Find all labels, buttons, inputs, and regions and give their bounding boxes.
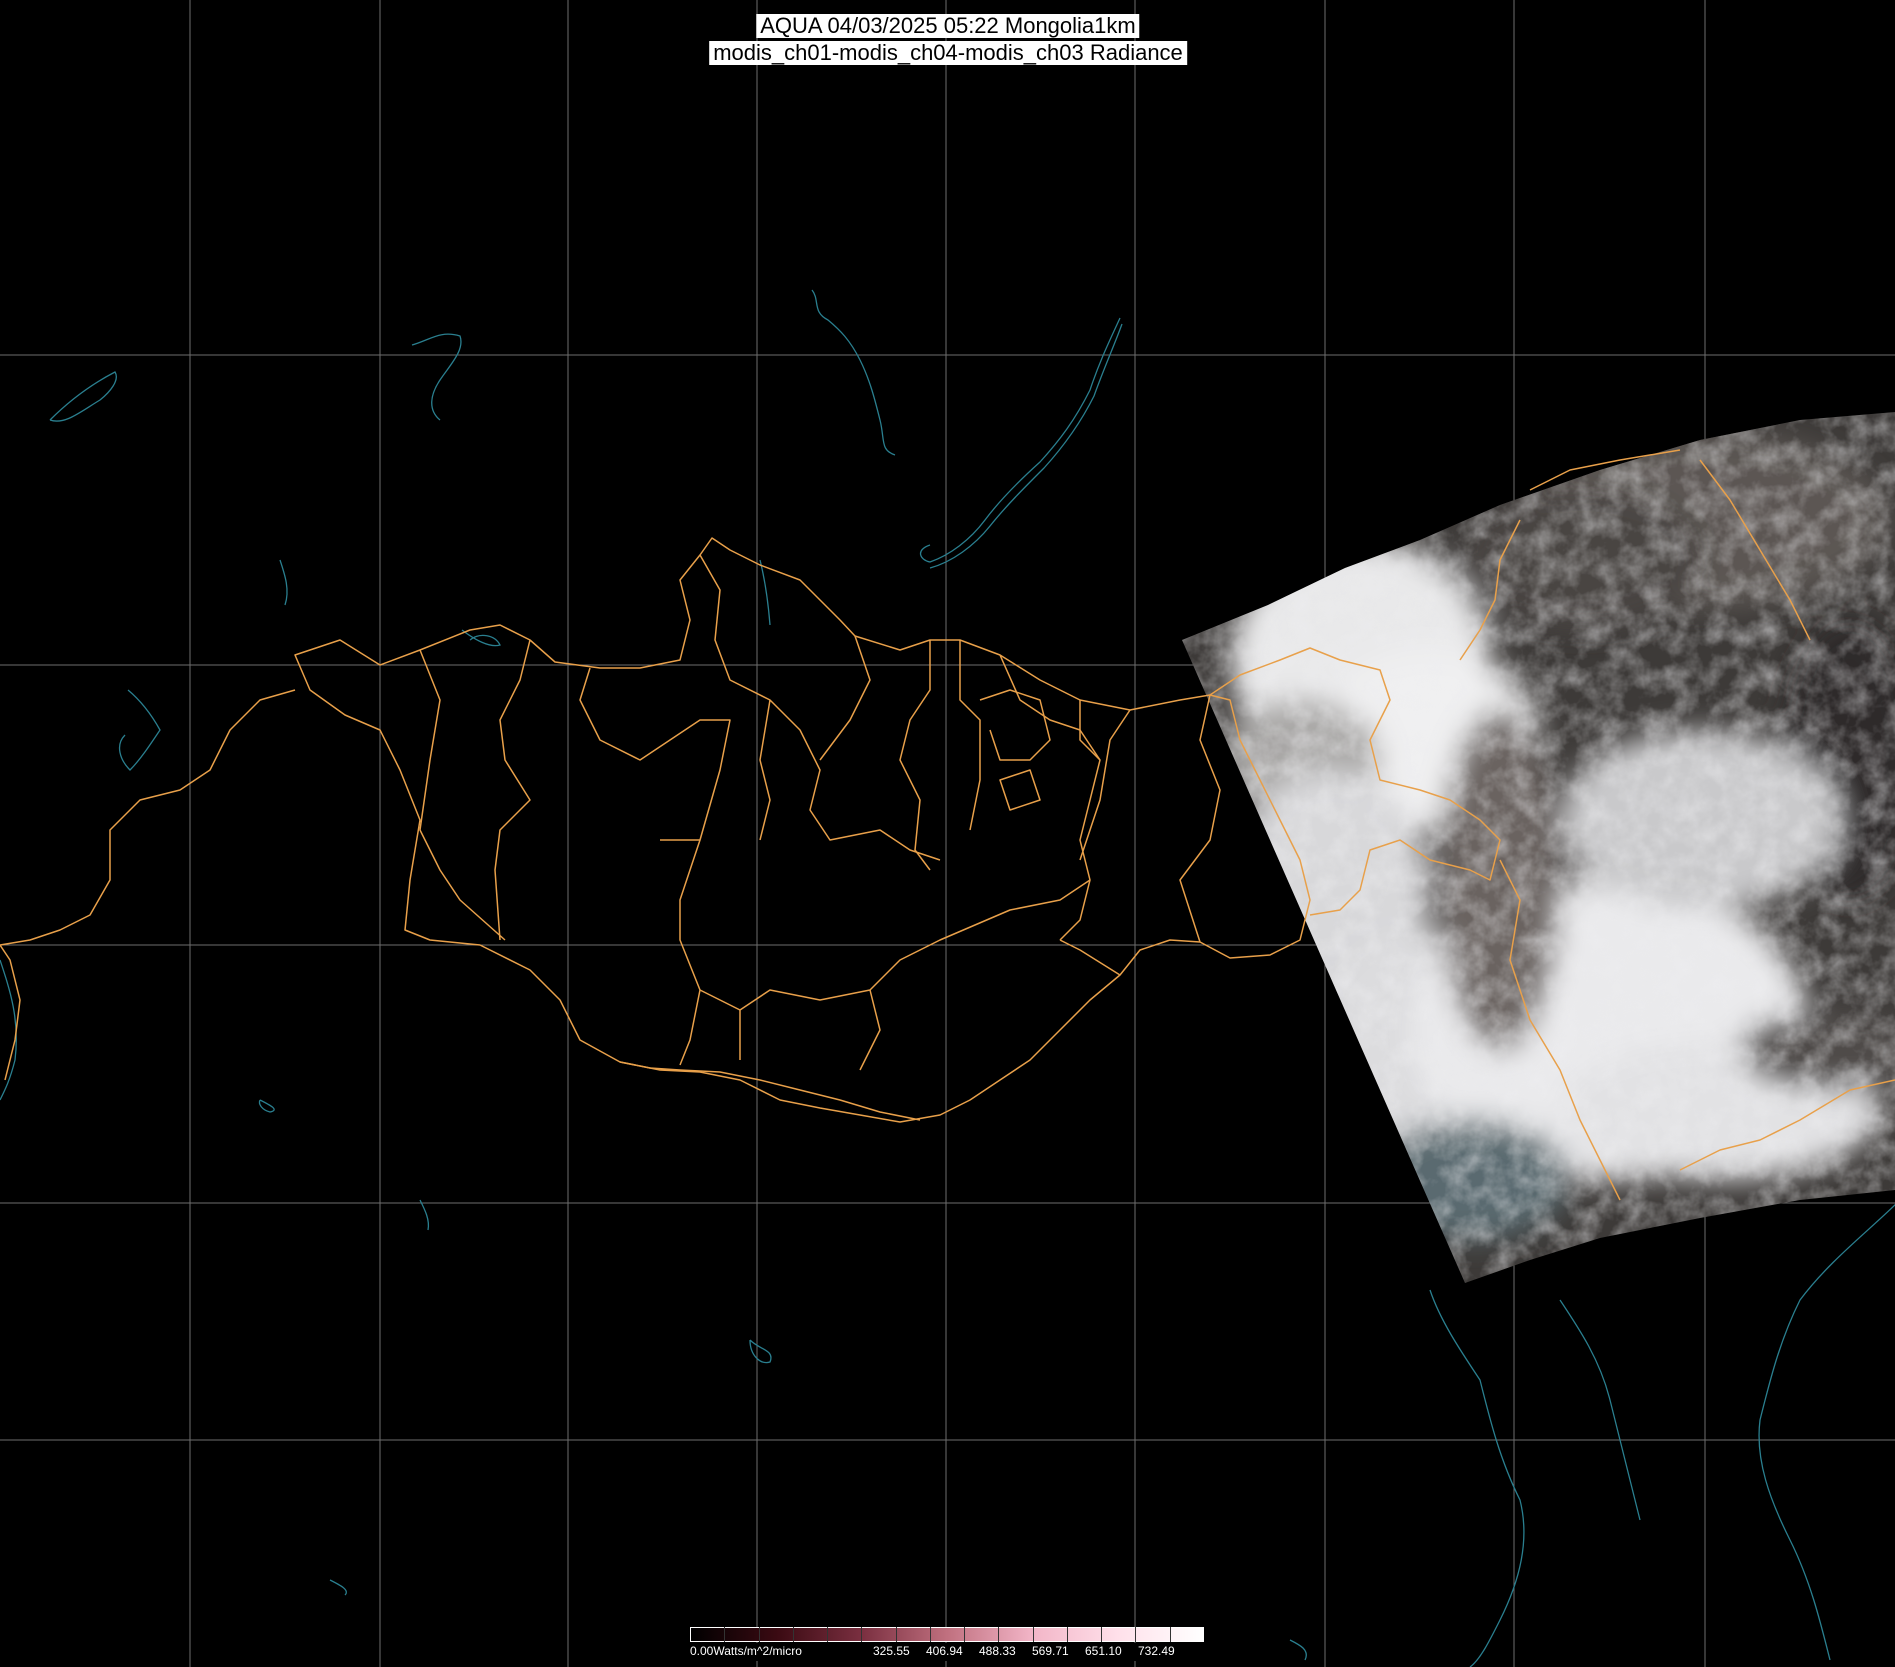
satellite-map xyxy=(0,0,1895,1667)
colorbar-labels: 0.00Watts/m^2/micro 325.55 406.94 488.33… xyxy=(690,1643,1204,1661)
colorbar-tick xyxy=(896,1627,897,1642)
colorbar-tick xyxy=(1135,1627,1136,1642)
colorbar-tick xyxy=(1067,1627,1068,1642)
map-title-line-2: modis_ch01-modis_ch04-modis_ch03 Radianc… xyxy=(709,41,1187,65)
colorbar-tick xyxy=(1170,1627,1171,1642)
colorbar-tick xyxy=(724,1627,725,1642)
map-title-line-1: AQUA 04/03/2025 05:22 Mongolia1km xyxy=(756,14,1140,38)
colorbar-tick xyxy=(1033,1627,1034,1642)
colorbar-unit-label: 0.00Watts/m^2/micro xyxy=(690,1644,802,1658)
colorbar-tick xyxy=(930,1627,931,1642)
colorbar-tick-label: 325.55 xyxy=(873,1644,910,1658)
colorbar-tick xyxy=(793,1627,794,1642)
colorbar-tick-label: 488.33 xyxy=(979,1644,1016,1658)
colorbar: 0.00Watts/m^2/micro 325.55 406.94 488.33… xyxy=(690,1627,1204,1667)
colorbar-tick xyxy=(998,1627,999,1642)
colorbar-tick xyxy=(1101,1627,1102,1642)
colorbar-tick xyxy=(827,1627,828,1642)
colorbar-gradient xyxy=(690,1627,1204,1642)
colorbar-tick-label: 406.94 xyxy=(926,1644,963,1658)
colorbar-tick xyxy=(964,1627,965,1642)
colorbar-tick-label: 732.49 xyxy=(1138,1644,1175,1658)
colorbar-tick xyxy=(759,1627,760,1642)
colorbar-tick-label: 651.10 xyxy=(1085,1644,1122,1658)
colorbar-tick-label: 569.71 xyxy=(1032,1644,1069,1658)
colorbar-tick xyxy=(861,1627,862,1642)
